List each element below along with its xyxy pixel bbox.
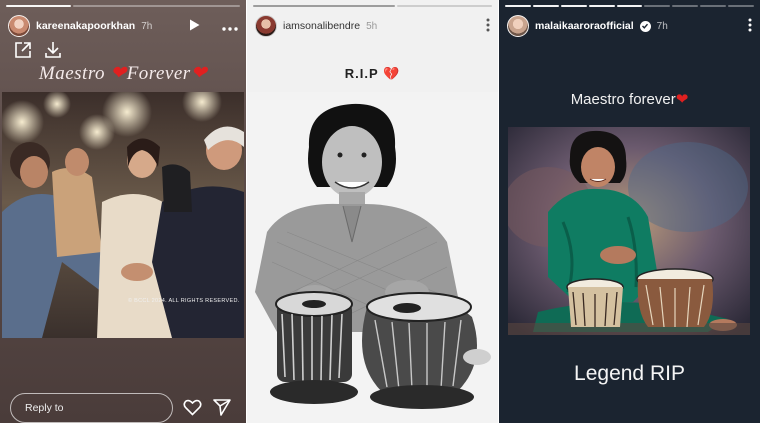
story-caption: R.I.P 💔 <box>344 66 401 81</box>
username[interactable]: iamsonalibendre <box>283 20 360 32</box>
post-time: 7h <box>656 20 668 32</box>
download-icon[interactable] <box>44 41 62 64</box>
photo-credit: © BCCL 2024. ALL RIGHTS RESERVED. <box>128 298 240 304</box>
more-icon[interactable] <box>222 20 238 33</box>
send-icon[interactable] <box>213 399 231 421</box>
story-progress-bar <box>505 5 755 7</box>
story-header: kareenakapoorkhan 7h <box>8 13 238 39</box>
play-icon[interactable] <box>189 19 200 33</box>
story-progress-bar <box>253 5 492 7</box>
post-time: 5h <box>366 20 378 32</box>
reply-input[interactable]: Reply to <box>10 393 173 423</box>
story-header: iamsonalibendre 5h <box>255 13 490 39</box>
story-panel-malaika[interactable]: malaikaaroraofficial 7h Maestro forever❤ <box>499 0 760 423</box>
story-photo <box>508 127 750 335</box>
story-caption: Maestro forever❤ <box>570 91 689 108</box>
username[interactable]: malaikaaroraofficial <box>535 20 634 32</box>
story-header: malaikaaroraofficial 7h <box>507 13 752 39</box>
post-time: 7h <box>141 20 153 32</box>
avatar[interactable] <box>255 15 277 37</box>
story-progress-bar <box>6 5 240 7</box>
avatar[interactable] <box>507 15 529 37</box>
story-photo <box>247 92 498 423</box>
avatar[interactable] <box>8 15 30 37</box>
story-tools <box>14 41 62 64</box>
broken-heart-icon: 💔 <box>383 66 401 81</box>
verified-icon <box>639 20 651 32</box>
story-caption: Maestro ❤Forever❤ <box>38 63 208 84</box>
heart-icon: ❤ <box>675 91 689 108</box>
story-caption-bottom: Legend RIP <box>574 362 685 385</box>
more-vertical-icon[interactable] <box>486 18 490 34</box>
story-panel-sonali[interactable]: iamsonalibendre 5h R.I.P 💔 <box>247 0 498 423</box>
story-panel-kareena[interactable]: kareenakapoorkhan 7h Maestro ❤Forever❤ ©… <box>0 0 246 423</box>
more-vertical-icon[interactable] <box>748 18 752 34</box>
heart-icon[interactable] <box>183 399 202 421</box>
external-link-icon[interactable] <box>14 41 32 64</box>
username[interactable]: kareenakapoorkhan <box>36 20 135 32</box>
